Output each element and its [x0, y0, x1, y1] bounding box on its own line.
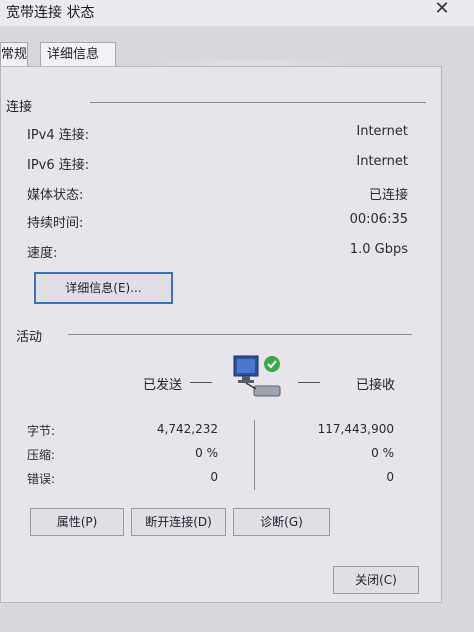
tab-general[interactable]: 常规	[0, 42, 28, 67]
tab-details[interactable]: 详细信息	[40, 42, 116, 67]
bytes-received: 117,443,900	[317, 422, 394, 436]
connection-section-label: 连接	[6, 100, 33, 115]
ipv6-value: Internet	[356, 154, 408, 169]
diagnose-button[interactable]: 诊断(G)	[233, 508, 330, 536]
compression-label: 压缩:	[27, 448, 56, 462]
speed-value: 1.0 Gbps	[349, 242, 408, 257]
network-connected-icon	[233, 355, 281, 397]
bytes-sent: 4,742,232	[156, 422, 218, 436]
title-bar: 宽带连接 状态 ✕	[0, 0, 474, 26]
received-dash	[298, 382, 320, 383]
duration-label: 持续时间:	[27, 216, 84, 231]
duration-value: 00:06:35	[349, 212, 408, 227]
media-state-label: 媒体状态:	[27, 188, 84, 203]
sent-label: 已发送	[143, 378, 183, 393]
close-icon[interactable]: ✕	[430, 0, 454, 22]
activity-section-label: 活动	[16, 330, 43, 345]
errors-label: 错误:	[27, 472, 56, 486]
window-title: 宽带连接 状态	[6, 5, 95, 21]
errors-received: 0	[386, 470, 394, 484]
activity-divider	[68, 334, 412, 335]
close-button[interactable]: 关闭(C)	[333, 566, 419, 594]
compression-received: 0 %	[371, 446, 394, 460]
ipv4-label: IPv4 连接:	[27, 128, 90, 143]
properties-button[interactable]: 属性(P)	[30, 508, 124, 536]
speed-label: 速度:	[27, 246, 58, 261]
sent-dash	[190, 382, 212, 383]
disconnect-button[interactable]: 断开连接(D)	[131, 508, 226, 536]
activity-column-divider	[254, 420, 255, 490]
errors-sent: 0	[210, 470, 218, 484]
ipv4-value: Internet	[356, 124, 408, 139]
details-button[interactable]: 详细信息(E)...	[34, 272, 173, 304]
received-label: 已接收	[356, 378, 396, 393]
ipv6-label: IPv6 连接:	[27, 158, 90, 173]
bytes-label: 字节:	[27, 424, 56, 438]
connection-divider	[90, 102, 426, 103]
media-state-value: 已连接	[368, 188, 408, 203]
compression-sent: 0 %	[195, 446, 218, 460]
